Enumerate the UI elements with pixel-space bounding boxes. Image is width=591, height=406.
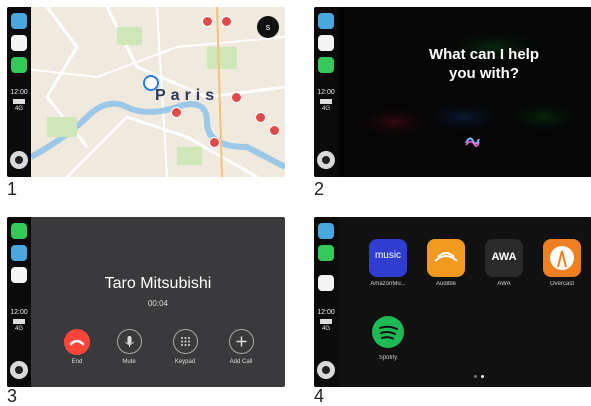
current-location-icon	[143, 75, 159, 91]
phone-icon[interactable]	[318, 245, 334, 261]
spotify-icon	[372, 316, 404, 348]
awa-icon: AWA	[491, 251, 517, 263]
network-label: 4G	[14, 326, 23, 332]
call-duration: 00:04	[147, 299, 169, 308]
map-action-button[interactable]: s	[257, 16, 279, 38]
home-button[interactable]	[317, 151, 335, 169]
phone-icon[interactable]	[11, 57, 27, 73]
siri-prompt-line-1: What can I help	[428, 46, 539, 63]
screen-1-maps: 12:00 4G Paris s	[7, 7, 285, 177]
poi-pin-icon[interactable]	[231, 92, 242, 103]
app-label: Spotify	[378, 355, 398, 361]
app-overcast[interactable]	[543, 239, 581, 277]
clock-time: 12:00	[10, 89, 28, 96]
app-amazon-music[interactable]: music	[369, 239, 407, 277]
keypad-label: Keypad	[174, 359, 196, 365]
music-icon[interactable]	[318, 275, 334, 291]
siri-waveform-icon[interactable]	[464, 133, 480, 149]
siri-prompt-line-2: you with?	[449, 65, 519, 82]
end-call-icon	[69, 339, 85, 346]
keypad-icon	[181, 337, 190, 346]
maps-icon[interactable]	[11, 245, 27, 261]
home-button[interactable]	[10, 361, 28, 379]
app-awa[interactable]: AWA	[485, 239, 523, 277]
home-button[interactable]	[10, 151, 28, 169]
network-label: 4G	[321, 326, 330, 332]
map-canvas[interactable]	[7, 7, 285, 177]
maps-icon[interactable]	[11, 13, 27, 29]
plus-icon	[236, 336, 247, 347]
caption-3: 3	[7, 386, 18, 406]
mute-label: Mute	[122, 359, 136, 365]
amazon-music-icon: music	[374, 250, 402, 261]
add-call-label: Add Call	[229, 359, 253, 365]
network-label: 4G	[14, 106, 23, 112]
home-button[interactable]	[317, 361, 335, 379]
sidebar: 12:00 4G	[314, 7, 338, 177]
caption-2: 2	[314, 179, 325, 199]
audible-icon	[434, 252, 458, 262]
page-indicator-dot[interactable]	[474, 375, 477, 378]
end-call-label: End	[71, 359, 83, 365]
app-audible[interactable]	[427, 239, 465, 277]
screen-3-call: 12:00 4G Taro Mitsubishi 00:04 End Mute …	[7, 217, 285, 387]
app-spotify[interactable]	[369, 313, 407, 351]
caption-1: 1	[7, 179, 18, 199]
poi-pin-icon[interactable]	[221, 16, 232, 27]
clock-time: 12:00	[317, 309, 335, 316]
app-label: AWA	[497, 281, 511, 287]
poi-pin-icon[interactable]	[171, 107, 182, 118]
siri-glow-background	[354, 27, 584, 140]
app-label: Overcast	[549, 281, 574, 287]
sidebar: 12:00 4G	[7, 217, 31, 387]
poi-pin-icon[interactable]	[209, 137, 220, 148]
caption-4: 4	[314, 386, 325, 406]
signal-icon	[13, 319, 25, 324]
caller-name: Taro Mitsubishi	[104, 275, 212, 292]
mic-icon	[125, 336, 134, 347]
signal-icon	[320, 319, 332, 324]
signal-icon	[13, 99, 25, 104]
page-indicator-dot-active[interactable]	[481, 375, 484, 378]
app-label: Audible	[435, 281, 456, 287]
music-icon[interactable]	[11, 267, 27, 283]
screen-4-app-grid: 12:00 4G music AmazonMu... Audible AWA A…	[314, 217, 591, 387]
signal-icon	[320, 99, 332, 104]
clock-time: 12:00	[10, 309, 28, 316]
keypad-button[interactable]	[173, 329, 198, 354]
maps-icon[interactable]	[318, 223, 334, 239]
poi-pin-icon[interactable]	[269, 125, 280, 136]
mute-button[interactable]	[117, 329, 142, 354]
phone-icon[interactable]	[318, 57, 334, 73]
network-label: 4G	[321, 106, 330, 112]
phone-icon[interactable]	[11, 223, 27, 239]
end-call-button[interactable]	[64, 329, 90, 355]
map-city-label: Paris	[155, 87, 220, 104]
music-icon[interactable]	[318, 35, 334, 51]
overcast-icon	[550, 246, 574, 270]
clock-time: 12:00	[317, 89, 335, 96]
poi-pin-icon[interactable]	[255, 112, 266, 123]
sidebar: 12:00 4G	[7, 7, 31, 177]
screen-2-siri: 12:00 4G What can I help you with?	[314, 7, 591, 177]
poi-pin-icon[interactable]	[202, 16, 213, 27]
sidebar: 12:00 4G	[314, 217, 338, 387]
app-label: AmazonMu...	[370, 281, 406, 287]
add-call-button[interactable]	[229, 329, 254, 354]
maps-icon[interactable]	[318, 13, 334, 29]
siri-prompt: What can I help you with?	[384, 45, 584, 83]
music-icon[interactable]	[11, 35, 27, 51]
